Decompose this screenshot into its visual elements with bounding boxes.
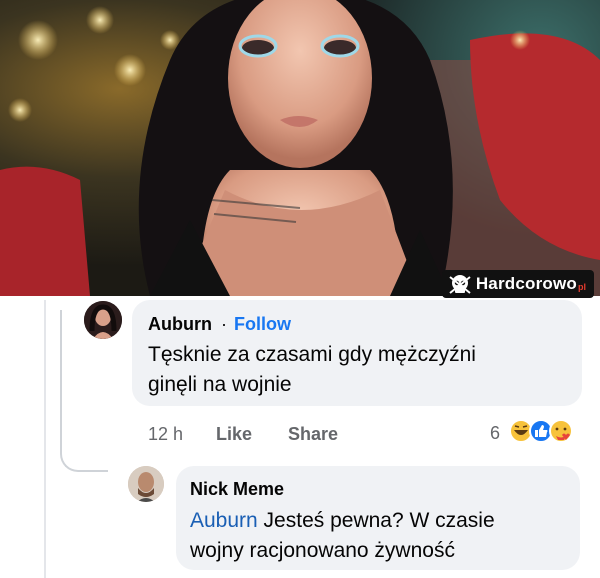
post-photo-image [0,0,600,296]
hardcorowo-watermark: Hardcorowo pl [441,270,594,298]
thread-rule [44,300,46,578]
post-photo[interactable] [0,0,600,296]
like-icon [529,419,553,443]
comment-text-line1: Tęsknie za czasami gdy mężczyźni [148,343,476,366]
reaction-count[interactable]: 6 [490,423,500,444]
comment-author[interactable]: Auburn [148,314,212,335]
watermark-brand: Hardcorowo [475,274,577,293]
mention-auburn[interactable]: Auburn [190,509,258,532]
reply-text-line2: wojny racjonowano żywność [190,539,455,562]
haha-icon [509,419,533,443]
avatar-auburn[interactable] [84,301,122,339]
comment-timestamp[interactable]: 12 h [148,424,183,445]
avatar-nick-meme[interactable] [128,466,164,502]
reply-text-rest: Jesteś pewna? W czasie [257,509,495,532]
skull-icon [449,275,471,294]
reply-author[interactable]: Nick Meme [190,479,284,500]
reply-text-line1: Auburn Jesteś pewna? W czasie [190,506,495,536]
watermark-tld: pl [578,282,586,292]
reaction-icons[interactable] [508,418,580,444]
author-separator: · [221,314,227,334]
care-icon [549,419,573,443]
share-button[interactable]: Share [288,424,338,445]
avatar-image [84,301,122,339]
avatar-image [128,466,164,502]
like-button[interactable]: Like [216,424,252,445]
follow-button[interactable]: Follow [234,314,291,335]
comment-text-line2: ginęli na wojnie [148,373,292,396]
